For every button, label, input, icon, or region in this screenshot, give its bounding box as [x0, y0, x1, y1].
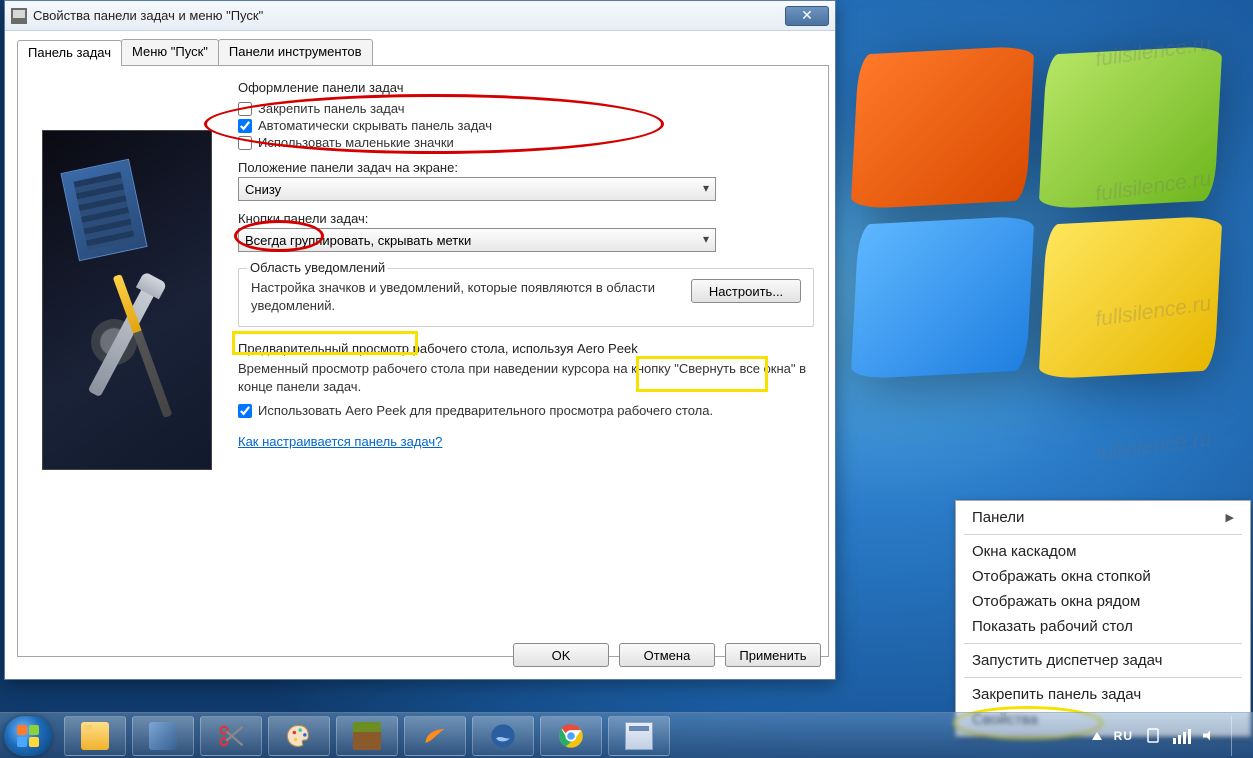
- tray-overflow-icon[interactable]: [1092, 732, 1102, 740]
- close-button[interactable]: ✕: [785, 6, 829, 26]
- thunderbird-icon: [489, 722, 517, 750]
- cube-icon: [149, 722, 177, 750]
- menu-cascade-label: Окна каскадом: [972, 543, 1076, 560]
- position-dropdown[interactable]: Снизу: [238, 177, 716, 201]
- watermark: fullsilence.ru: [1094, 427, 1213, 467]
- windows-flag-icon: [17, 725, 39, 747]
- taskbar-minecraft[interactable]: [336, 716, 398, 756]
- aero-peek-section: Предварительный просмотр рабочего стола,…: [238, 341, 814, 418]
- system-tray: RU: [1092, 716, 1253, 756]
- swoosh-icon: [421, 722, 449, 750]
- menu-lock-label: Закрепить панель задач: [972, 686, 1141, 703]
- customize-button[interactable]: Настроить...: [691, 279, 801, 303]
- chrome-icon: [557, 722, 585, 750]
- tab-start-menu[interactable]: Меню "Пуск": [121, 39, 219, 65]
- submenu-arrow-icon: ▶: [1226, 511, 1234, 524]
- folder-icon: [81, 722, 109, 750]
- small-icons-label: Использовать маленькие значки: [258, 135, 454, 150]
- help-link[interactable]: Как настраивается панель задач?: [238, 434, 442, 449]
- properties-icon: [625, 722, 653, 750]
- taskbar-properties-window[interactable]: [608, 716, 670, 756]
- menu-cascade[interactable]: Окна каскадом: [958, 539, 1248, 564]
- titlebar: Свойства панели задач и меню "Пуск" ✕: [5, 1, 835, 31]
- tab-page-taskbar: Оформление панели задач Закрепить панель…: [17, 65, 829, 657]
- taskbar-explorer[interactable]: [64, 716, 126, 756]
- palette-icon: [285, 722, 313, 750]
- menu-task-manager[interactable]: Запустить диспетчер задач: [958, 648, 1248, 673]
- menu-panels-label: Панели: [972, 509, 1024, 526]
- position-value: Снизу: [245, 182, 281, 197]
- show-desktop-button[interactable]: [1231, 716, 1243, 756]
- taskbar-chrome[interactable]: [540, 716, 602, 756]
- menu-showdesk-label: Показать рабочий стол: [972, 618, 1133, 635]
- language-indicator[interactable]: RU: [1114, 729, 1133, 743]
- tab-toolbars[interactable]: Панели инструментов: [218, 39, 373, 65]
- action-center-icon[interactable]: [1145, 728, 1161, 744]
- taskbar-app-2[interactable]: [404, 716, 466, 756]
- small-icons-checkbox[interactable]: [238, 136, 252, 150]
- aero-peek-heading: Предварительный просмотр рабочего стола,…: [238, 341, 814, 356]
- lock-taskbar-checkbox[interactable]: [238, 102, 252, 116]
- menu-lock-taskbar[interactable]: Закрепить панель задач: [958, 682, 1248, 707]
- settings-column: Оформление панели задач Закрепить панель…: [238, 80, 814, 646]
- ok-button[interactable]: OK: [513, 643, 609, 667]
- lock-taskbar-label: Закрепить панель задач: [258, 101, 405, 116]
- menu-panels[interactable]: Панели ▶: [958, 505, 1248, 530]
- windows-logo: [855, 50, 1235, 430]
- grass-block-icon: [353, 722, 381, 750]
- properties-graphic-panel: [32, 80, 222, 646]
- aero-peek-description: Временный просмотр рабочего стола при на…: [238, 360, 814, 395]
- menu-side-label: Отображать окна рядом: [972, 593, 1140, 610]
- taskbar-buttons-value: Всегда группировать, скрывать метки: [245, 233, 471, 248]
- taskbar-buttons-label: Кнопки панели задач:: [238, 211, 814, 226]
- taskbar-context-menu: Панели ▶ Окна каскадом Отображать окна с…: [955, 500, 1251, 737]
- taskbar-paint[interactable]: [268, 716, 330, 756]
- taskbar-buttons-dropdown[interactable]: Всегда группировать, скрывать метки: [238, 228, 716, 252]
- tab-taskbar[interactable]: Панель задач: [17, 40, 122, 66]
- menu-stack[interactable]: Отображать окна стопкой: [958, 564, 1248, 589]
- tab-strip: Панель задач Меню "Пуск" Панели инструме…: [17, 39, 829, 65]
- menu-separator: [964, 677, 1242, 678]
- menu-show-desktop[interactable]: Показать рабочий стол: [958, 614, 1248, 639]
- autohide-label: Автоматически скрывать панель задач: [258, 118, 492, 133]
- menu-side-by-side[interactable]: Отображать окна рядом: [958, 589, 1248, 614]
- window-icon: [11, 8, 27, 24]
- taskbar-thunderbird[interactable]: [472, 716, 534, 756]
- aero-peek-label: Использовать Aero Peek для предварительн…: [258, 403, 713, 418]
- dialog-button-row: OK Отмена Применить: [513, 643, 821, 667]
- volume-icon[interactable]: [1203, 731, 1213, 741]
- taskbar: RU: [0, 712, 1253, 758]
- menu-separator: [964, 643, 1242, 644]
- apply-button[interactable]: Применить: [725, 643, 821, 667]
- notification-area-legend: Область уведомлений: [247, 260, 388, 275]
- appearance-heading: Оформление панели задач: [238, 80, 814, 95]
- taskbar-snipping-tool[interactable]: [200, 716, 262, 756]
- menu-separator: [964, 534, 1242, 535]
- notification-area-group: Область уведомлений Настройка значков и …: [238, 268, 814, 327]
- aero-peek-checkbox[interactable]: [238, 404, 252, 418]
- cancel-button[interactable]: Отмена: [619, 643, 715, 667]
- properties-graphic: [42, 130, 212, 470]
- menu-taskmgr-label: Запустить диспетчер задач: [972, 652, 1162, 669]
- menu-stack-label: Отображать окна стопкой: [972, 568, 1151, 585]
- notification-area-text: Настройка значков и уведомлений, которые…: [251, 279, 679, 314]
- window-title: Свойства панели задач и меню "Пуск": [33, 8, 779, 23]
- scissors-icon: [217, 722, 245, 750]
- autohide-checkbox[interactable]: [238, 119, 252, 133]
- network-icon[interactable]: [1173, 728, 1191, 744]
- position-label: Положение панели задач на экране:: [238, 160, 814, 175]
- taskbar-properties-dialog: Свойства панели задач и меню "Пуск" ✕ Па…: [4, 0, 836, 680]
- taskbar-app-1[interactable]: [132, 716, 194, 756]
- start-button[interactable]: [4, 716, 52, 756]
